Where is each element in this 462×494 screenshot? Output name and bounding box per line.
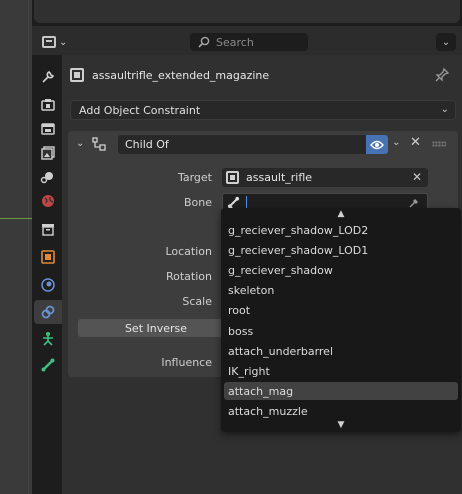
location-label: Location xyxy=(165,245,212,258)
set-inverse-label: Set Inverse xyxy=(124,321,188,335)
tab-scene[interactable] xyxy=(36,165,60,189)
3d-viewport-edge[interactable] xyxy=(0,0,32,494)
list-item-label: g_reciever_shadow_LOD2 xyxy=(228,223,369,237)
physics-icon xyxy=(41,278,55,292)
grid-line xyxy=(28,0,29,494)
pin-icon[interactable] xyxy=(434,67,450,83)
list-item-label: skeleton xyxy=(228,283,275,297)
target-field[interactable]: assault_rifle ✕ xyxy=(222,168,428,187)
collection-icon xyxy=(42,224,54,236)
list-item-highlighted[interactable]: attach_mag xyxy=(224,382,458,400)
add-object-constraint-dropdown[interactable]: Add Object Constraint ⌄ xyxy=(70,100,456,120)
drag-handle-icon[interactable] xyxy=(432,141,446,147)
tab-world[interactable] xyxy=(36,189,60,213)
list-item-label: attach_underbarrel xyxy=(228,344,333,358)
list-item-label: g_reciever_shadow xyxy=(228,263,333,277)
scale-label: Scale xyxy=(182,295,212,308)
view-layer-icon xyxy=(41,146,55,160)
properties-editor-icon xyxy=(42,36,56,48)
chevron-down-icon: ⌄ xyxy=(440,104,449,115)
tab-physics-field[interactable] xyxy=(36,273,60,297)
properties-header: ⌄ Search ⌄ xyxy=(32,29,462,55)
collapse-chevron-icon[interactable]: ⌄ xyxy=(76,138,84,149)
chevron-down-icon: ⌄ xyxy=(441,36,451,48)
object-icon xyxy=(41,250,55,264)
set-inverse-button[interactable]: Set Inverse xyxy=(78,319,234,337)
list-item-label: boss xyxy=(228,324,254,338)
chevron-down-icon: ⌄ xyxy=(59,36,68,48)
list-item[interactable]: g_reciever_shadow_LOD1 xyxy=(224,241,458,259)
target-label: Target xyxy=(177,171,212,184)
tab-output[interactable] xyxy=(36,117,60,141)
list-item-label: attach_mag xyxy=(228,384,294,398)
render-icon xyxy=(41,99,55,111)
bone-icon xyxy=(41,358,55,372)
world-icon xyxy=(42,195,54,207)
scroll-down-arrow-icon[interactable]: ▼ xyxy=(221,420,461,430)
list-item-label: g_reciever_shadow_LOD1 xyxy=(228,243,369,257)
list-item[interactable]: skeleton xyxy=(224,281,458,299)
list-item[interactable]: g_reciever_shadow_LOD2 xyxy=(224,221,458,239)
tab-object[interactable] xyxy=(36,245,60,269)
add-constraint-label: Add Object Constraint xyxy=(79,103,201,117)
search-icon xyxy=(198,36,210,48)
armature-icon xyxy=(43,332,53,346)
list-item-label: root xyxy=(228,303,251,317)
list-item[interactable]: attach_underbarrel xyxy=(224,342,458,360)
list-item[interactable]: attach_muzzle xyxy=(224,402,458,420)
object-icon xyxy=(226,171,239,184)
scene-icon xyxy=(40,172,53,184)
tab-object-data-armature[interactable] xyxy=(36,327,60,351)
bone-label: Bone xyxy=(183,196,212,209)
object-header: assaultrifle_extended_magazine xyxy=(70,65,450,85)
tab-view-layer[interactable] xyxy=(36,141,60,165)
tab-tool[interactable] xyxy=(36,65,60,89)
visibility-toggle[interactable] xyxy=(366,135,388,154)
tab-constraints[interactable] xyxy=(34,300,62,324)
list-item-label: attach_muzzle xyxy=(228,404,308,418)
bone-search-dropdown: ▲ g_reciever_shadow_LOD2 g_reciever_shad… xyxy=(221,208,461,432)
constraint-name-field[interactable]: Child Of xyxy=(118,135,388,154)
editor-type-selector[interactable]: ⌄ xyxy=(42,33,74,51)
constraint-name: Child Of xyxy=(125,138,169,151)
list-item[interactable]: root xyxy=(224,301,458,319)
list-item[interactable]: IK_right xyxy=(224,362,458,380)
constraint-icon xyxy=(41,305,55,319)
top-editor-panel xyxy=(34,0,460,23)
clear-target-icon[interactable]: ✕ xyxy=(412,170,422,184)
tab-bone[interactable] xyxy=(36,353,60,377)
top-editor-region xyxy=(32,0,462,26)
constraint-header: ⌄ Child Of ⌄ ✕ xyxy=(68,131,458,157)
search-field[interactable]: Search xyxy=(190,33,308,51)
tab-render[interactable] xyxy=(36,93,60,117)
target-value: assault_rifle xyxy=(246,171,313,184)
header-options-button[interactable]: ⌄ xyxy=(436,33,456,51)
output-icon xyxy=(41,123,55,135)
list-item[interactable]: boss xyxy=(224,322,458,340)
tool-icon xyxy=(42,71,55,83)
tab-collection[interactable] xyxy=(36,217,60,241)
child-of-icon xyxy=(92,137,106,151)
list-item[interactable]: g_reciever_shadow xyxy=(224,261,458,279)
properties-tabs xyxy=(32,55,62,494)
object-icon xyxy=(70,68,84,82)
eye-icon xyxy=(370,140,384,149)
scroll-up-arrow-icon[interactable]: ▲ xyxy=(221,209,461,219)
x-axis-line xyxy=(0,218,32,219)
list-item-label: IK_right xyxy=(228,364,270,378)
object-name: assaultrifle_extended_magazine xyxy=(92,68,270,82)
rotation-label: Rotation xyxy=(165,270,212,283)
delete-constraint-icon[interactable]: ✕ xyxy=(410,135,421,150)
influence-label: Influence xyxy=(161,356,212,369)
constraint-menu-chevron-icon[interactable]: ⌄ xyxy=(392,137,400,148)
search-placeholder: Search xyxy=(216,35,254,49)
